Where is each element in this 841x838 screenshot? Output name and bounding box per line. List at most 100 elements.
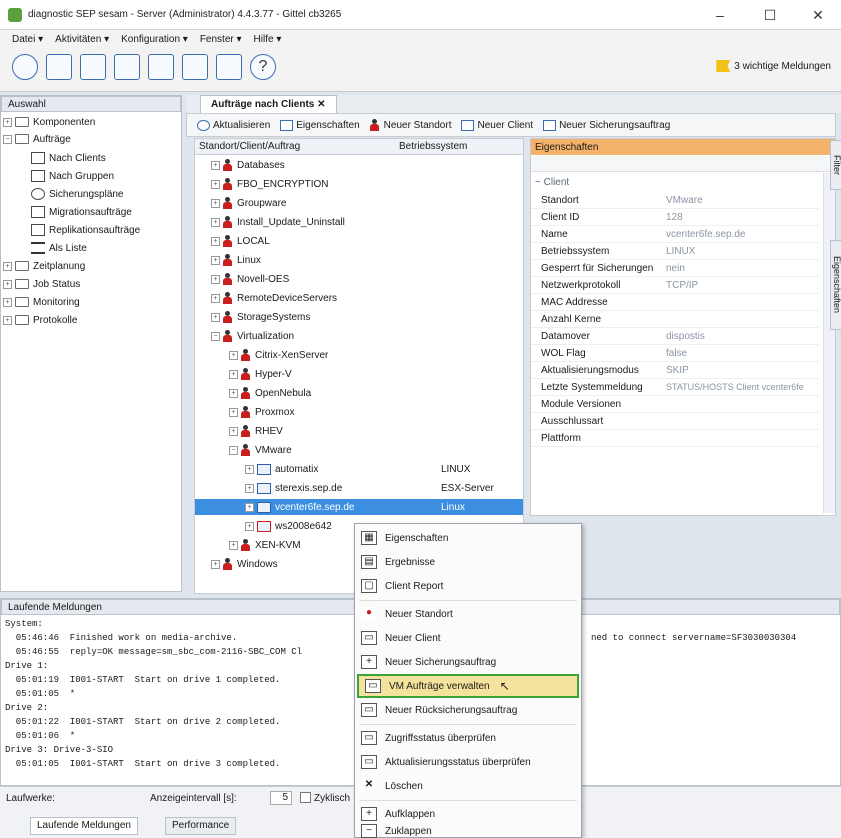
property-row[interactable]: Client ID 128 [531, 209, 819, 226]
expand-icon[interactable]: + [211, 274, 220, 284]
tree-row[interactable]: + Install_Update_Uninstall [211, 214, 345, 230]
nav-item-migrationsauftraege[interactable]: Migrationsaufträge [31, 204, 132, 220]
job-icon[interactable] [80, 54, 106, 80]
tree-row[interactable]: − Virtualization [211, 328, 294, 344]
tree-row[interactable]: + Groupware [211, 195, 286, 211]
expand-icon[interactable]: + [229, 350, 238, 360]
menu-item-client-report[interactable]: ▢ Client Report [355, 574, 581, 598]
property-row[interactable]: Standort VMware [531, 192, 819, 209]
expand-icon[interactable]: + [211, 198, 220, 208]
property-row[interactable]: WOL Flag false [531, 345, 819, 362]
menu-datei[interactable]: Datei ▾ [12, 34, 43, 45]
tree-row[interactable]: + Novell-OES [211, 271, 289, 287]
expand-icon[interactable]: + [229, 540, 238, 550]
tree-row[interactable]: + RHEV [229, 423, 283, 439]
tree-row[interactable]: + Citrix-XenServer [229, 347, 328, 363]
expand-icon[interactable]: + [211, 293, 220, 303]
expand-icon[interactable]: + [3, 261, 12, 271]
expand-icon[interactable]: + [3, 315, 12, 325]
nav-item-komponenten[interactable]: + Komponenten [3, 114, 95, 130]
tab-laufende-meldungen[interactable]: Laufende Meldungen [30, 817, 138, 835]
expand-icon[interactable]: + [229, 407, 238, 417]
tree-row[interactable]: + Databases [211, 157, 285, 173]
expand-icon[interactable]: + [211, 179, 220, 189]
expand-icon[interactable]: + [3, 279, 12, 289]
menu-item-loeschen[interactable]: ✕ Löschen [355, 774, 581, 798]
tab-performance[interactable]: Performance [165, 817, 237, 835]
nav-item-protokolle[interactable]: + Protokolle [3, 312, 77, 328]
tab-auftraege-nach-clients[interactable]: Aufträge nach Clients ✕ [200, 95, 337, 113]
interval-stepper[interactable]: 5 [270, 791, 292, 805]
new-backup-job-button[interactable]: Neuer Sicherungsauftrag [543, 119, 670, 131]
collapse-icon[interactable]: − [211, 331, 220, 341]
expand-icon[interactable]: + [211, 255, 220, 265]
column-header-betriebssystem[interactable]: Betriebssystem [395, 139, 523, 155]
menu-aktivitaeten[interactable]: Aktivitäten ▾ [55, 34, 109, 45]
property-row[interactable]: Module Versionen [531, 396, 819, 413]
tree-row-selected[interactable]: + vcenter6fe.sep.de Linux [195, 499, 523, 515]
warnings-indicator[interactable]: 3 wichtige Meldungen [716, 60, 831, 72]
expand-icon[interactable]: + [245, 521, 254, 531]
expand-icon[interactable]: + [211, 217, 220, 227]
property-row[interactable]: Aktualisierungsmodus SKIP [531, 362, 819, 379]
property-row[interactable]: Betriebssystem LINUX [531, 243, 819, 260]
expand-icon[interactable]: + [3, 297, 12, 307]
menu-item-neuer-client[interactable]: ▭ Neuer Client [355, 626, 581, 650]
menu-item-neuer-standort[interactable]: ● Neuer Standort [355, 602, 581, 626]
zyklus-checkbox[interactable] [300, 792, 311, 803]
nav-item-als-liste[interactable]: Als Liste [31, 240, 87, 256]
eigenschaften-side-tab[interactable]: Eigenschaften [830, 240, 841, 330]
expand-icon[interactable]: + [229, 426, 238, 436]
nav-item-auftraege[interactable]: − Aufträge [3, 131, 71, 147]
menu-item-neuer-sicherungsauftrag[interactable]: + Neuer Sicherungsauftrag [355, 650, 581, 674]
property-row[interactable]: Anzahl Kerne [531, 311, 819, 328]
property-row[interactable]: Netzwerkprotokoll TCP/IP [531, 277, 819, 294]
menu-item-aufklappen[interactable]: + Aufklappen [355, 802, 581, 826]
menu-hilfe[interactable]: Hilfe ▾ [254, 34, 282, 45]
menu-item-zugriffsstatus[interactable]: ▭ Zugriffsstatus überprüfen [355, 726, 581, 750]
tree-row[interactable]: − VMware [229, 442, 292, 458]
dashboard-icon[interactable] [12, 54, 38, 80]
collapse-icon[interactable]: − [229, 445, 238, 455]
expand-icon[interactable]: + [245, 483, 254, 493]
expand-icon[interactable]: + [211, 160, 220, 170]
menu-item-neuer-ruecksicherungsauftrag[interactable]: ▭ Neuer Rücksicherungsauftrag [355, 698, 581, 722]
tree-row[interactable]: + OpenNebula [229, 385, 311, 401]
menu-konfiguration[interactable]: Konfiguration ▾ [121, 34, 188, 45]
nav-item-nach-clients[interactable]: Nach Clients [31, 150, 106, 166]
menu-fenster[interactable]: Fenster ▾ [200, 34, 242, 45]
expand-icon[interactable]: + [211, 236, 220, 246]
nav-item-nach-gruppen[interactable]: Nach Gruppen [31, 168, 114, 184]
calendar-icon[interactable] [182, 54, 208, 80]
collapse-icon[interactable]: − [3, 134, 12, 144]
list-icon[interactable] [148, 54, 174, 80]
nav-item-job-status[interactable]: + Job Status [3, 276, 80, 292]
expand-icon[interactable]: + [211, 559, 220, 569]
tree-row[interactable]: + ws2008e642 [245, 518, 332, 534]
tree-row[interactable]: + automatix LINUX [245, 461, 515, 477]
menu-item-eigenschaften[interactable]: ▦ Eigenschaften [355, 526, 581, 550]
property-row[interactable]: Gesperrt für Sicherungen nein [531, 260, 819, 277]
properties-button[interactable]: Eigenschaften [280, 119, 360, 131]
tree-row[interactable]: + RemoteDeviceServers [211, 290, 337, 306]
menu-item-ergebnisse[interactable]: ▤ Ergebnisse [355, 550, 581, 574]
monitor-icon[interactable] [114, 54, 140, 80]
tree-row[interactable]: + XEN-KVM [229, 537, 301, 553]
nav-item-replikationsauftraege[interactable]: Replikationsaufträge [31, 222, 140, 238]
new-location-button[interactable]: Neuer Standort [369, 119, 451, 131]
tree-row[interactable]: + Proxmox [229, 404, 294, 420]
nav-item-zeitplanung[interactable]: + Zeitplanung [3, 258, 85, 274]
expand-icon[interactable]: + [229, 369, 238, 379]
property-row[interactable]: MAC Addresse [531, 294, 819, 311]
minimize-button[interactable]: – [700, 0, 740, 30]
property-row[interactable]: Letzte Systemmeldung STATUS/HOSTS Client … [531, 379, 819, 396]
expand-icon[interactable]: + [229, 388, 238, 398]
properties-scrollbar[interactable] [823, 173, 835, 513]
property-row[interactable]: Name vcenter6fe.sep.de [531, 226, 819, 243]
property-row[interactable]: Datamover dispostis [531, 328, 819, 345]
sep-restore-icon[interactable] [216, 54, 242, 80]
expand-icon[interactable]: + [211, 312, 220, 322]
nav-item-sicherungsplaene[interactable]: Sicherungspläne [31, 186, 124, 202]
menu-item-aktualisierungsstatus[interactable]: ▭ Aktualisierungsstatus überprüfen [355, 750, 581, 774]
new-client-button[interactable]: Neuer Client [461, 119, 533, 131]
